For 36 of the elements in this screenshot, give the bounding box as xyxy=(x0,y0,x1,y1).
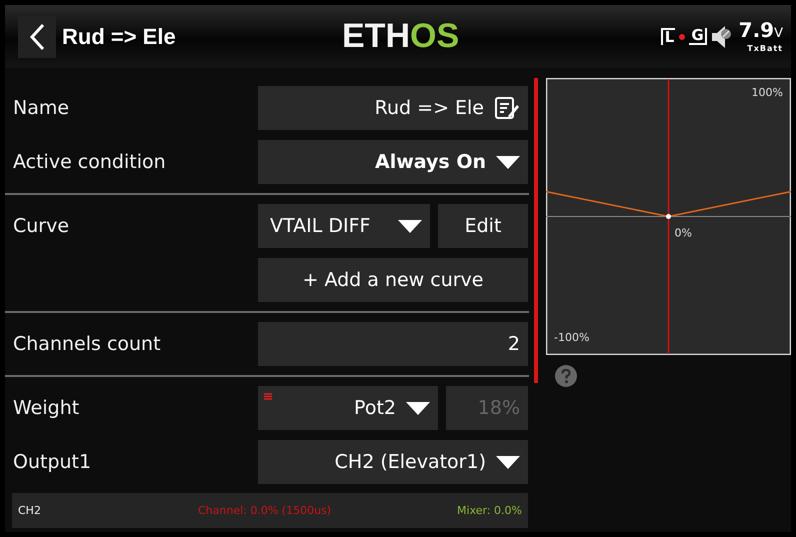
back-button[interactable] xyxy=(18,16,56,58)
add-curve-button[interactable]: + Add a new curve xyxy=(258,258,528,302)
field-label: Active condition xyxy=(12,150,167,175)
edit-icon xyxy=(494,96,520,120)
axis-label: -100% xyxy=(554,331,590,344)
mixer-value: Mixer: 0.0% xyxy=(457,504,522,517)
field-label: Output1 xyxy=(12,450,92,475)
speaker-icon xyxy=(710,24,733,48)
back-icon xyxy=(29,22,45,50)
number-field[interactable]: 2 xyxy=(258,322,528,366)
field-label: Weight xyxy=(12,396,80,421)
axis-label: 100% xyxy=(752,86,783,99)
curve-point xyxy=(666,214,671,219)
caret-icon xyxy=(406,400,430,416)
edit-button[interactable]: Edit xyxy=(438,204,528,248)
caret-icon xyxy=(496,454,520,470)
dropdown[interactable]: CH2 (Elevator1) xyxy=(258,440,528,484)
caret-icon xyxy=(496,154,520,170)
help-icon[interactable] xyxy=(555,365,577,387)
source-marker-icon xyxy=(264,393,272,400)
logo: ETHOS xyxy=(342,17,460,56)
source-dropdown[interactable]: Pot2 xyxy=(258,386,438,430)
caret-icon xyxy=(398,218,422,234)
channel-value: Channel: 0.0% (1500us) xyxy=(198,504,332,517)
field-label: Channels count xyxy=(12,332,162,357)
battery-label: TxBatt xyxy=(747,44,783,53)
field-label: Name xyxy=(12,96,70,121)
curve-dropdown[interactable]: VTAIL DIFF xyxy=(258,204,430,248)
dropdown[interactable]: Always On xyxy=(258,140,528,184)
channel-name: CH2 xyxy=(18,504,42,517)
axis-label: 0% xyxy=(674,226,692,240)
screen-title: Rud => Ele xyxy=(62,24,176,50)
battery-voltage: 7.9V xyxy=(738,20,783,44)
field-label: Curve xyxy=(12,214,70,239)
dot-icon xyxy=(679,34,686,40)
name-field[interactable]: Rud => Ele xyxy=(258,86,528,130)
